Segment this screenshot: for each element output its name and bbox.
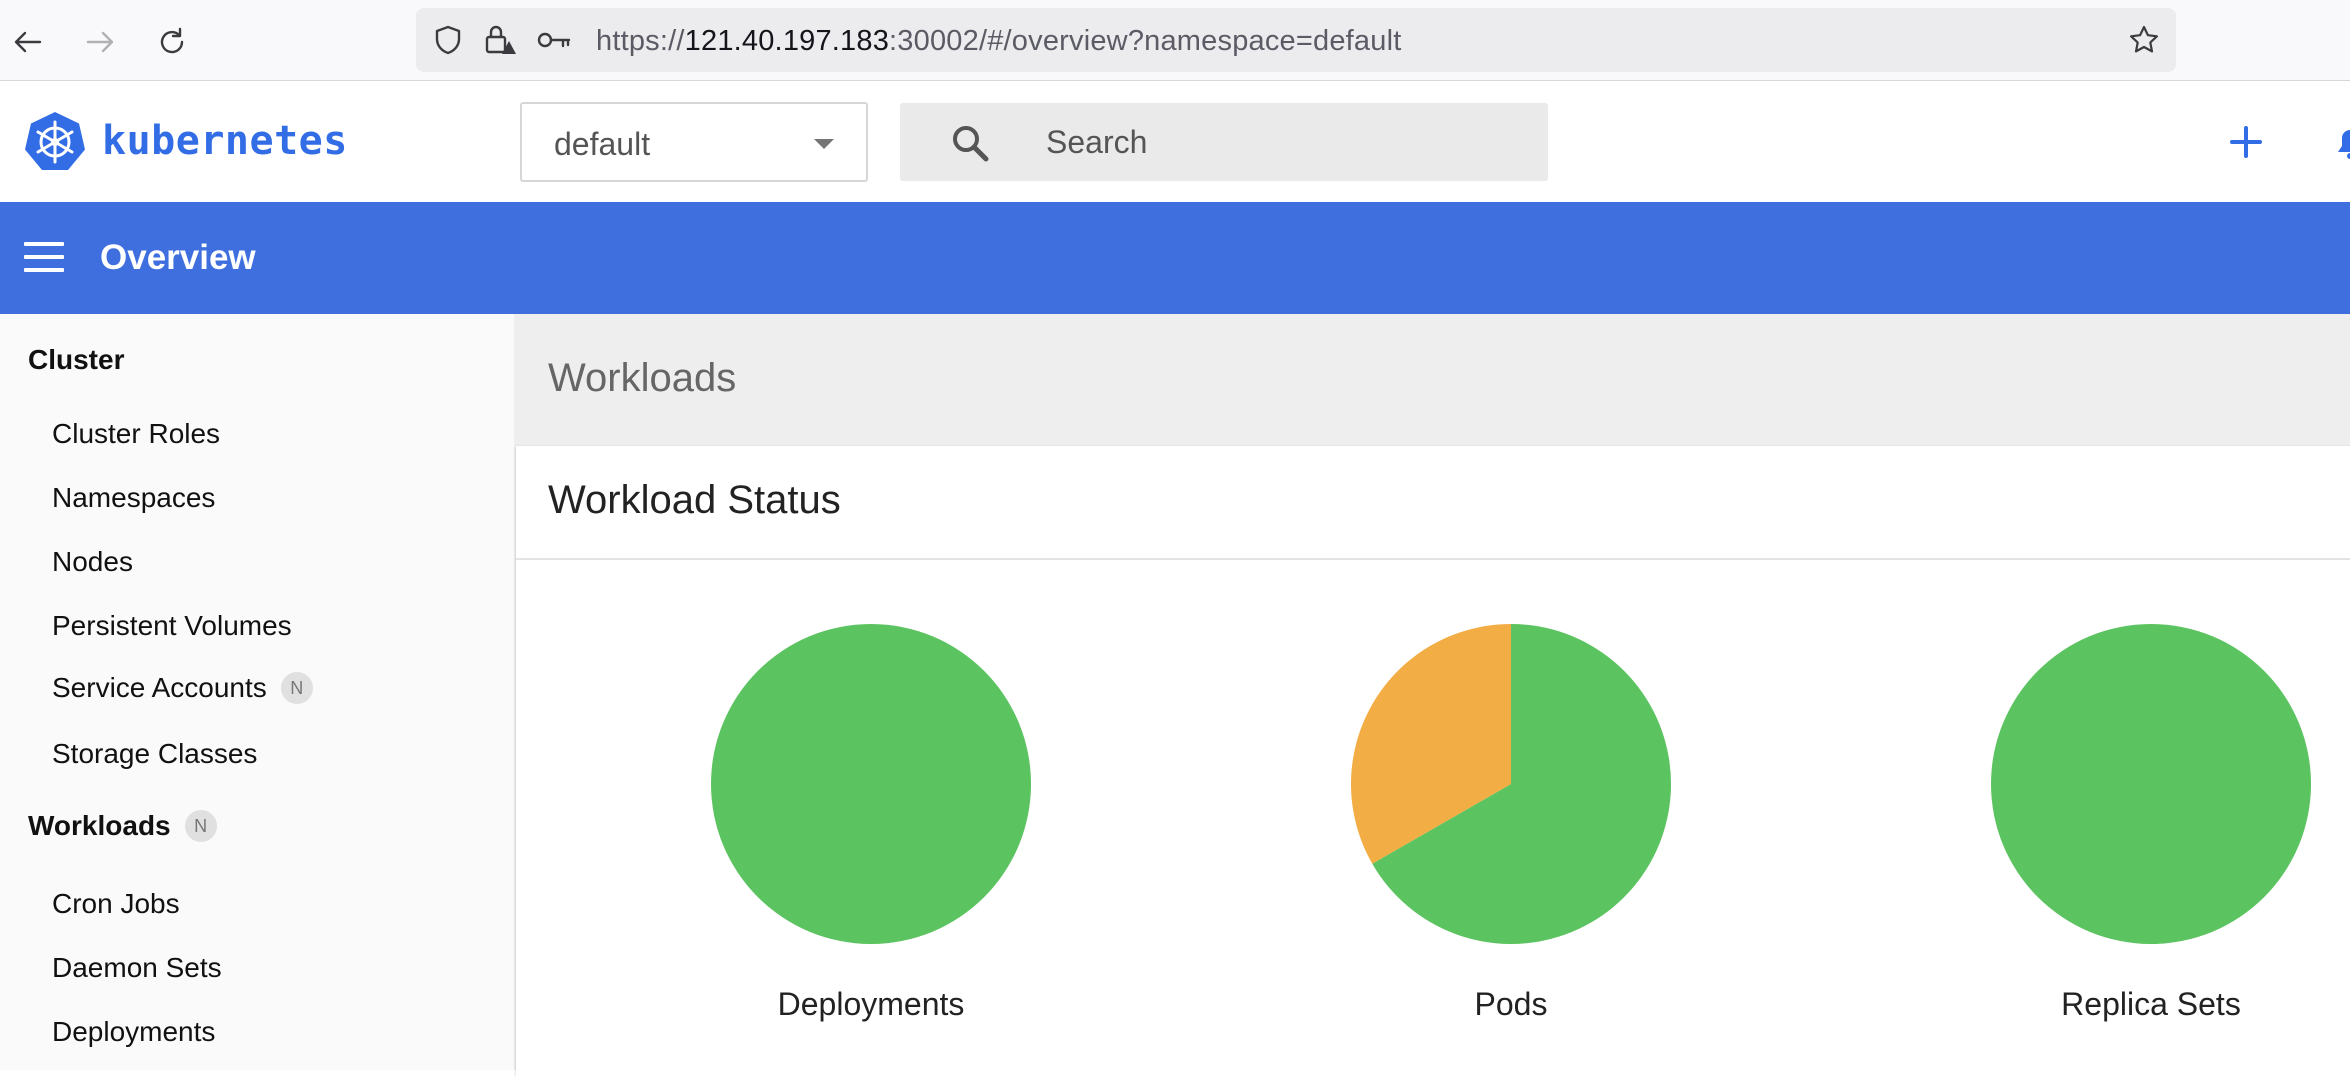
sidebar-item-persistent-volumes[interactable]: Persistent Volumes xyxy=(52,610,292,642)
section-title: Workloads xyxy=(548,356,737,400)
namespaced-badge: N xyxy=(280,672,313,704)
kubernetes-logo-icon[interactable] xyxy=(24,110,86,172)
sidebar-item-deployments[interactable]: Deployments xyxy=(52,1016,215,1048)
sidebar-item-label: Namespaces xyxy=(52,482,216,513)
plus-icon[interactable] xyxy=(2226,122,2266,162)
deployments-pie xyxy=(711,624,1031,944)
pie-slice-0 xyxy=(711,624,1031,944)
sidebar-item-label: Storage Classes xyxy=(52,738,258,769)
chevron-down-icon xyxy=(814,139,834,149)
chart-label: Pods xyxy=(1474,986,1548,1022)
sidebar-section-cluster[interactable]: Cluster xyxy=(28,344,124,376)
namespaced-badge: N xyxy=(184,810,217,842)
page-title: Overview xyxy=(100,238,256,277)
replica-sets-pie xyxy=(1991,624,2311,944)
sidebar-item-label: Cluster Roles xyxy=(52,418,221,449)
logo-text[interactable]: kubernetes xyxy=(102,118,348,164)
url-prefix: https:// xyxy=(596,25,685,57)
bell-icon[interactable] xyxy=(2330,122,2350,162)
sidebar-item-nodes[interactable]: Nodes xyxy=(52,546,133,578)
sidebar-item-label: Service Accounts xyxy=(52,672,267,703)
search-box[interactable] xyxy=(900,103,1548,181)
card-title: Workload Status xyxy=(548,478,841,522)
replica-sets-chart[interactable]: Replica Sets xyxy=(1986,622,2316,1023)
pods-chart[interactable]: Pods xyxy=(1346,622,1676,1023)
sidebar-item-daemon-sets[interactable]: Daemon Sets xyxy=(52,952,222,984)
workload-status-card: Workload Status Deployments Pods Replica… xyxy=(516,446,2350,1076)
sidebar-item-namespaces[interactable]: Namespaces xyxy=(52,482,215,514)
pie-slice-0 xyxy=(1991,624,2311,944)
main-content: Workloads Workload Status Deployments Po… xyxy=(514,314,2350,1076)
sidebar-item-label: Daemon Sets xyxy=(52,952,222,983)
sidebar-section-label: Cluster xyxy=(28,344,125,375)
sidebar-section-label: Workloads xyxy=(28,810,171,841)
hamburger-menu-icon[interactable] xyxy=(24,242,64,274)
sidebar-item-cron-jobs[interactable]: Cron Jobs xyxy=(52,888,180,920)
search-icon xyxy=(953,126,989,162)
key-icon[interactable] xyxy=(536,22,572,58)
sidebar-item-cluster-roles[interactable]: Cluster Roles xyxy=(52,418,220,450)
sidebar-item-label: Persistent Volumes xyxy=(52,610,292,641)
sidebar-section-workloads[interactable]: Workloads N xyxy=(28,810,217,842)
back-button[interactable] xyxy=(2,16,54,68)
url-path: :30002/#/overview?namespace=default xyxy=(889,25,1402,57)
deployments-chart[interactable]: Deployments xyxy=(706,622,1036,1023)
shield-icon[interactable] xyxy=(430,22,466,58)
search-input[interactable] xyxy=(1046,117,1506,167)
reload-button[interactable] xyxy=(146,16,198,68)
page-toolbar: Overview xyxy=(0,202,2350,314)
sidebar-item-label: Deployments xyxy=(52,1016,216,1047)
sidebar-item-service-accounts[interactable]: Service Accounts N xyxy=(52,672,313,704)
url-text[interactable]: https://121.40.197.183:30002/#/overview?… xyxy=(596,25,1401,58)
forward-button[interactable] xyxy=(74,16,126,68)
pods-pie xyxy=(1351,624,1671,944)
reload-icon xyxy=(160,27,184,54)
lock-warning-icon[interactable] xyxy=(482,22,518,58)
address-bar[interactable]: https://121.40.197.183:30002/#/overview?… xyxy=(416,8,2176,72)
sidebar-item-storage-classes[interactable]: Storage Classes xyxy=(52,738,257,770)
sidebar-item-label: Nodes xyxy=(52,546,133,577)
namespace-select[interactable]: default xyxy=(520,102,868,182)
chart-label: Replica Sets xyxy=(2061,986,2241,1022)
arrow-right-icon xyxy=(86,31,114,53)
app-header: kubernetes default xyxy=(0,82,2350,202)
namespace-value: default xyxy=(554,126,651,162)
card-header: Workload Status xyxy=(516,446,2350,560)
sidebar-nav: Cluster Cluster Roles Namespaces Nodes P… xyxy=(0,314,514,1070)
star-icon[interactable] xyxy=(2126,22,2162,58)
browser-toolbar: https://121.40.197.183:30002/#/overview?… xyxy=(0,0,2350,81)
arrow-left-icon xyxy=(14,31,42,53)
chart-label: Deployments xyxy=(777,986,965,1022)
sidebar-item-label: Cron Jobs xyxy=(52,888,180,919)
url-host: 121.40.197.183 xyxy=(684,25,890,57)
